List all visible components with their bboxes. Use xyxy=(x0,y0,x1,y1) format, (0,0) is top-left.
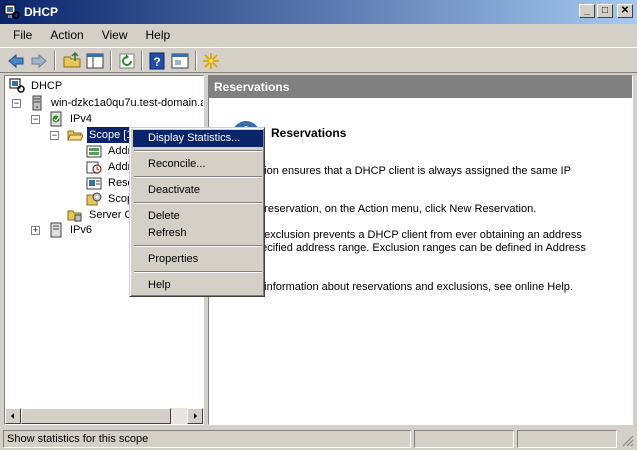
minimize-icon: _ xyxy=(584,5,590,16)
menu-separator xyxy=(134,150,262,152)
up-folder-icon[interactable] xyxy=(62,51,82,71)
show-hide-tree-icon[interactable] xyxy=(85,51,105,71)
status-panel xyxy=(414,430,514,448)
forward-arrow-icon[interactable] xyxy=(29,51,49,71)
minimize-button[interactable]: _ xyxy=(579,4,595,18)
menu-item-delete[interactable]: Delete xyxy=(133,208,263,225)
server-icon xyxy=(32,95,42,111)
server-options-icon xyxy=(67,210,82,222)
arrow-left-icon xyxy=(11,413,14,419)
arrow-right-icon xyxy=(194,413,197,419)
dhcp-icon xyxy=(4,4,20,19)
maximize-button[interactable]: □ xyxy=(597,4,613,18)
star-icon[interactable] xyxy=(201,51,221,71)
menu-separator xyxy=(134,202,262,204)
folder-open-icon xyxy=(67,130,83,141)
menu-bar: File Action View Help xyxy=(0,24,637,46)
status-text: Show statistics for this scope xyxy=(3,430,411,448)
collapse-icon[interactable]: − xyxy=(31,115,40,124)
menu-separator xyxy=(134,245,262,247)
help-icon[interactable]: ? xyxy=(147,51,167,71)
close-icon: ✕ xyxy=(620,5,630,16)
svg-text:?: ? xyxy=(153,55,160,69)
properties-icon[interactable] xyxy=(170,51,190,71)
address-pool-icon xyxy=(86,145,102,158)
maximize-icon: □ xyxy=(601,5,609,16)
menu-file[interactable]: File xyxy=(4,28,41,42)
tree-label: Scope [1 xyxy=(87,127,135,143)
scope-options-icon xyxy=(86,192,102,206)
toolbar-separator xyxy=(141,51,143,71)
context-menu: Display Statistics... Reconcile... Deact… xyxy=(129,127,265,297)
status-panel xyxy=(517,430,617,448)
tree-label: DHCP xyxy=(31,80,63,92)
menu-item-refresh[interactable]: Refresh xyxy=(133,225,263,242)
collapse-icon[interactable]: − xyxy=(50,131,59,140)
scroll-right-button[interactable] xyxy=(187,408,203,424)
toolbar-separator xyxy=(195,51,197,71)
refresh-icon[interactable] xyxy=(117,51,137,71)
description-text: ation ensures that a DHCP client is alwa… xyxy=(255,165,571,177)
menu-separator xyxy=(134,271,262,273)
description-text: a reservation, on the Action menu, click… xyxy=(255,203,537,215)
address-leases-icon xyxy=(86,161,102,174)
details-pane: Reservations Reservations ation ensures … xyxy=(208,75,633,425)
menu-action[interactable]: Action xyxy=(41,28,92,42)
reservations-title: Reservations xyxy=(271,126,347,140)
collapse-icon[interactable]: − xyxy=(12,99,21,108)
menu-item-reconcile[interactable]: Reconcile... xyxy=(133,156,263,173)
menu-item-help[interactable]: Help xyxy=(133,277,263,294)
menu-item-display-statistics[interactable]: Display Statistics... xyxy=(133,130,263,147)
ipv4-icon xyxy=(50,111,62,127)
window-title: DHCP xyxy=(24,5,59,19)
tree-label: win-dzkc1a0qu7u.test-domain.a xyxy=(51,97,204,109)
close-button[interactable]: ✕ xyxy=(617,4,633,18)
reservations-icon xyxy=(86,177,102,190)
dhcp-icon xyxy=(9,78,25,93)
expand-icon[interactable]: + xyxy=(31,226,40,235)
menu-item-deactivate[interactable]: Deactivate xyxy=(133,182,263,199)
tree-item-server[interactable]: win-dzkc1a0qu7u.test-domain.a xyxy=(29,95,204,111)
toolbar-separator xyxy=(110,51,112,71)
menu-separator xyxy=(134,176,262,178)
pane-header: Reservations xyxy=(209,76,632,98)
scroll-left-button[interactable] xyxy=(5,408,21,424)
toolbar-separator xyxy=(54,51,56,71)
tree-label: IPv6 xyxy=(70,224,93,236)
title-bar: DHCP _ □ ✕ xyxy=(0,0,637,24)
menu-item-properties[interactable]: Properties xyxy=(133,251,263,268)
description-text: n exclusion prevents a DHCP client from … xyxy=(255,229,582,241)
horizontal-scrollbar[interactable] xyxy=(5,408,203,424)
back-arrow-icon[interactable] xyxy=(6,51,26,71)
resize-grip-icon[interactable] xyxy=(621,434,635,448)
description-text: e information about reservations and exc… xyxy=(255,281,573,293)
tree-label: Server O xyxy=(89,209,134,221)
status-bar: Show statistics for this scope xyxy=(0,428,637,450)
ipv6-icon xyxy=(50,222,62,238)
menu-view[interactable]: View xyxy=(93,28,137,42)
description-text: pecified address range. Exclusion ranges… xyxy=(255,242,586,254)
menu-help[interactable]: Help xyxy=(137,28,180,42)
scrollbar-thumb[interactable] xyxy=(21,408,171,424)
toolbar: ? xyxy=(0,47,637,73)
tree-label: IPv4 xyxy=(70,113,93,125)
